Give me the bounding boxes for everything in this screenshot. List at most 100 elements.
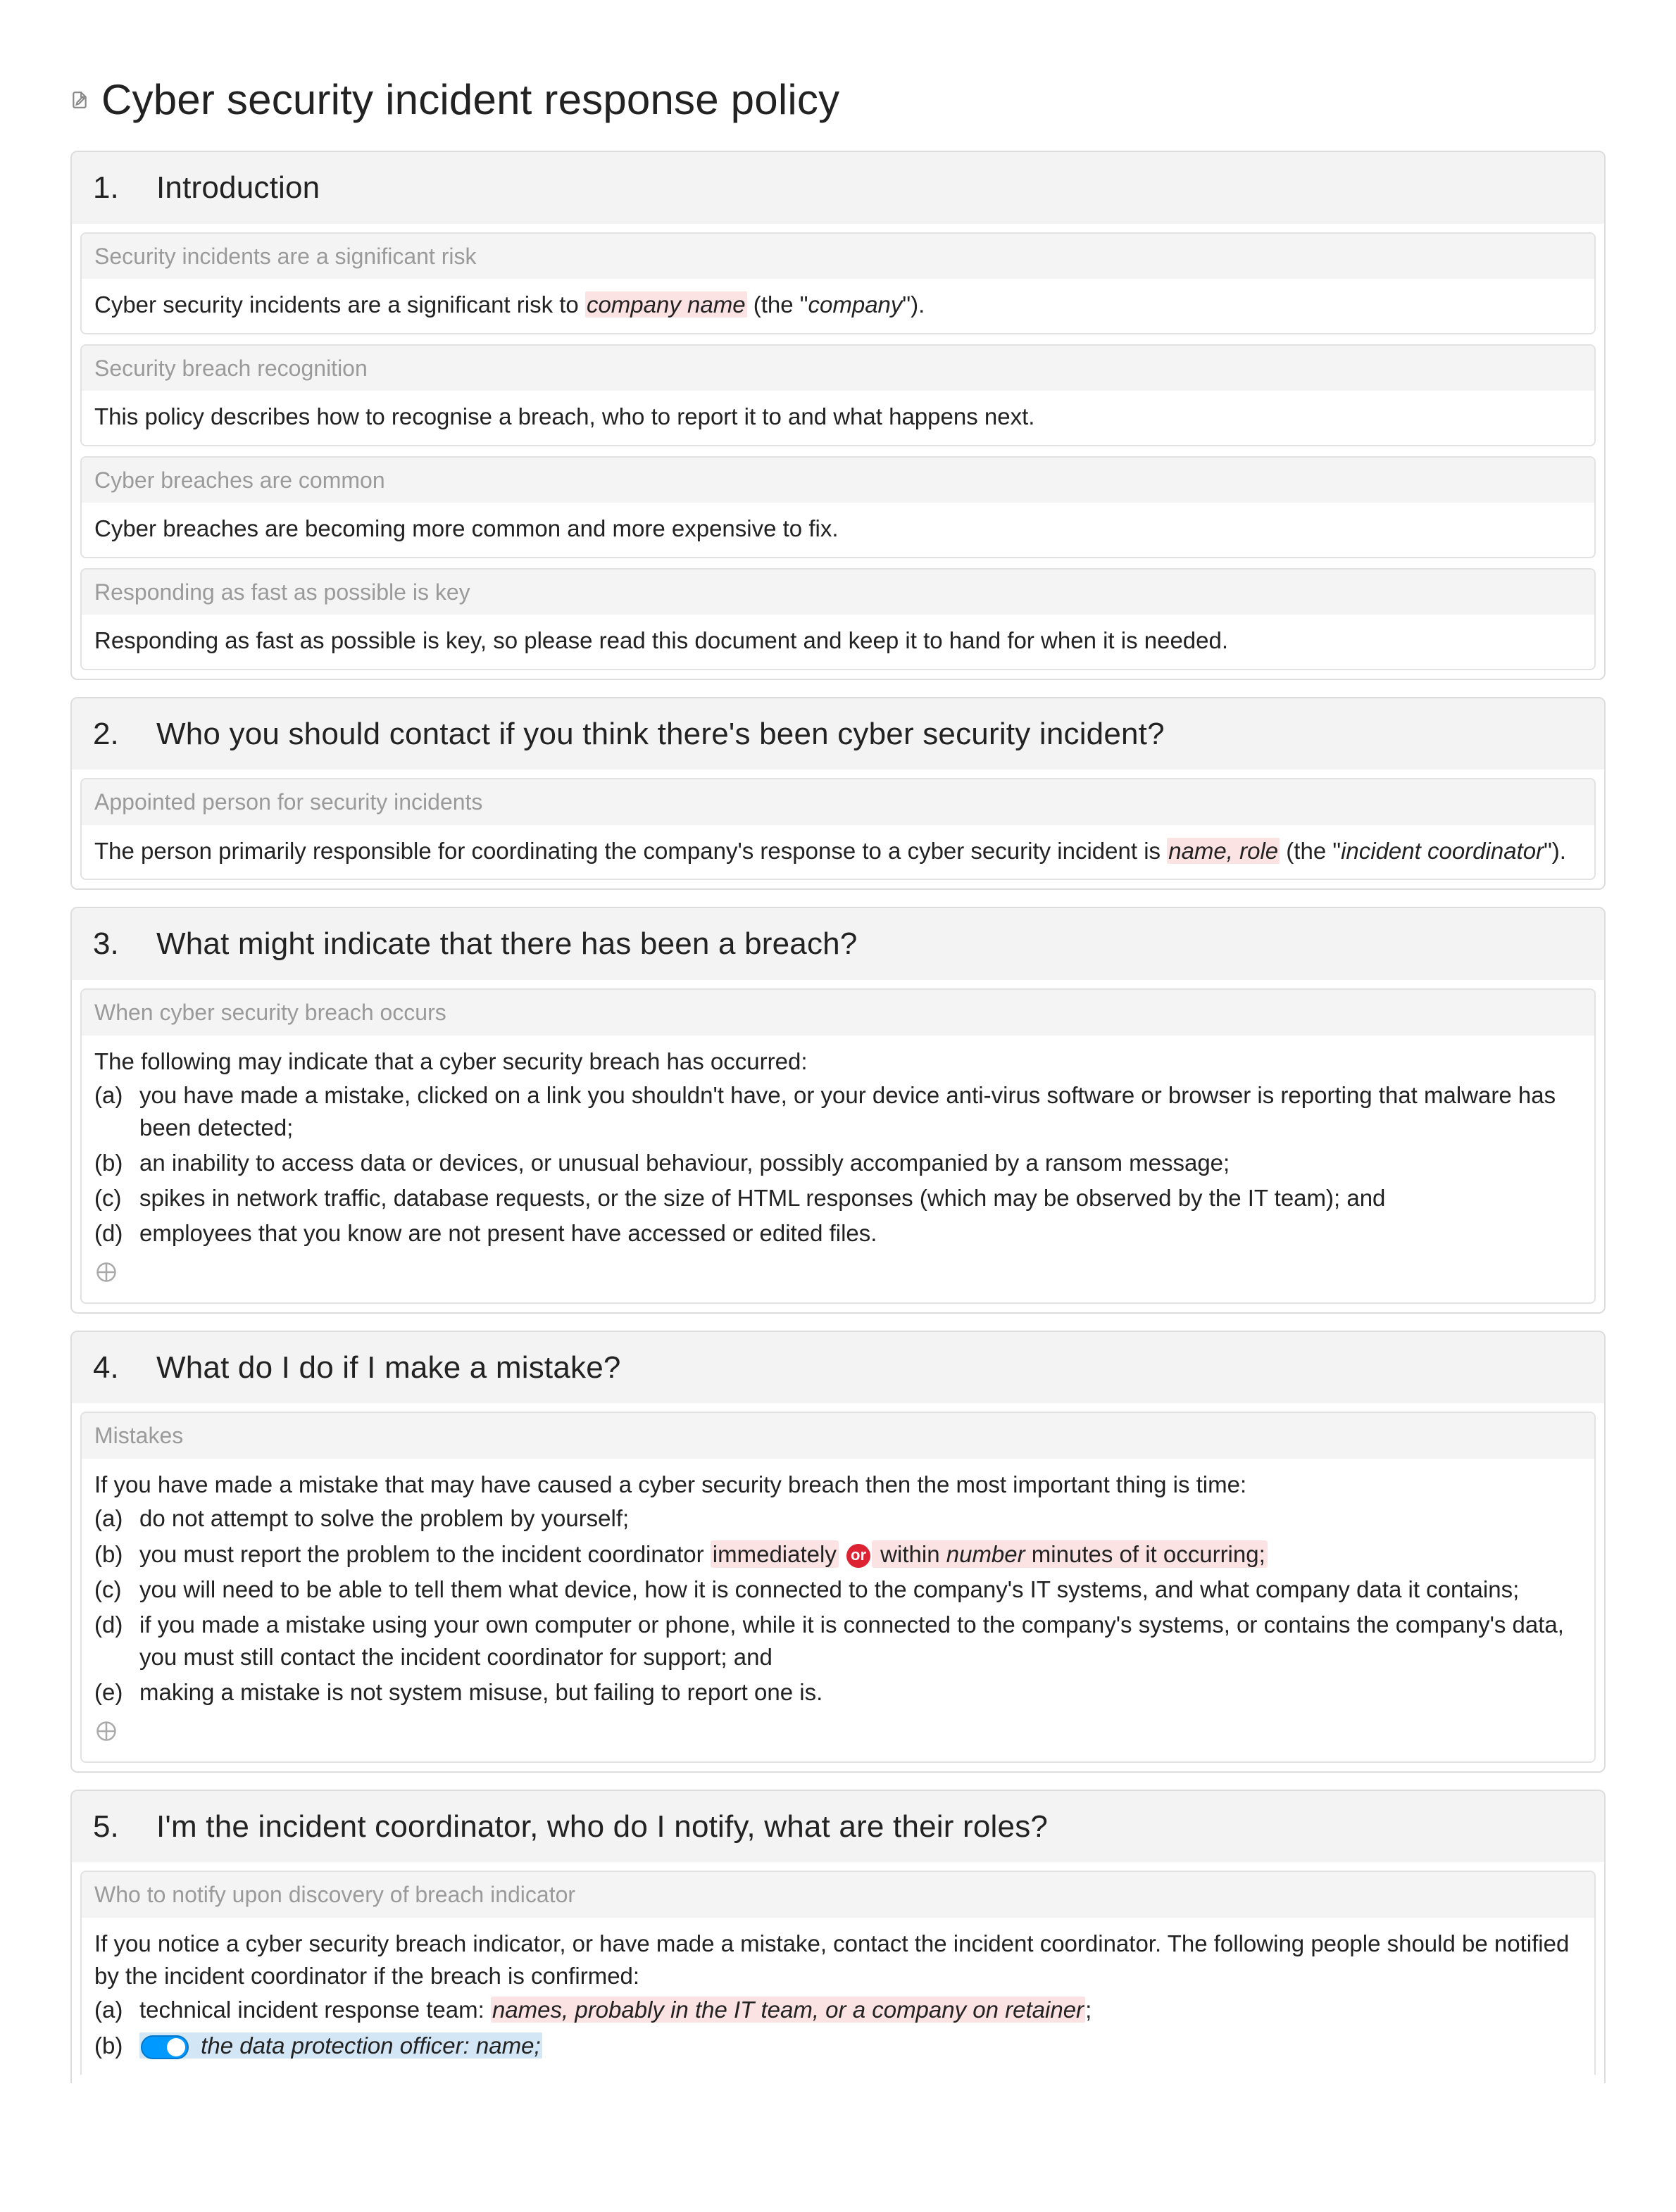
clause-text: "). <box>902 291 925 318</box>
list-item: (d) employees that you know are not prese… <box>94 1216 1582 1251</box>
section-title: I'm the incident coordinator, who do I n… <box>156 1805 1048 1849</box>
section-1: 1. Introduction Security incidents are a… <box>70 151 1606 680</box>
clause[interactable]: Who to notify upon discovery of breach i… <box>80 1871 1596 2075</box>
or-pill[interactable]: or <box>846 1544 870 1568</box>
add-item-icon[interactable] <box>96 1721 117 1742</box>
list-marker: (c) <box>94 1573 128 1606</box>
list-marker: (b) <box>94 2030 128 2062</box>
clause-body: The person primarily responsible for coo… <box>82 825 1594 879</box>
section-title: What might indicate that there has been … <box>156 922 858 966</box>
list-text-part: the data protection officer: <box>194 2032 476 2059</box>
section-body: Appointed person for security incidents … <box>72 769 1604 888</box>
list-text: technical incident response team: names,… <box>139 1994 1582 2026</box>
list-text: the data protection officer: name; <box>139 2030 1582 2062</box>
edit-doc-icon <box>70 91 89 109</box>
clause-body: The following may indicate that a cyber … <box>82 1036 1594 1302</box>
list-text: you will need to be able to tell them wh… <box>139 1573 1582 1606</box>
clause-body: Cyber breaches are becoming more common … <box>82 503 1594 556</box>
clause-header: Appointed person for security incidents <box>82 779 1594 825</box>
clause-lead: If you notice a cyber security breach in… <box>94 1928 1582 1992</box>
list-marker: (a) <box>94 1502 128 1535</box>
clause-header: When cyber security breach occurs <box>82 990 1594 1036</box>
list-marker: (b) <box>94 1147 128 1179</box>
clause-header: Security breach recognition <box>82 346 1594 391</box>
highlight[interactable]: within number minutes of it occurring; <box>872 1540 1268 1568</box>
list-item: (e)making a mistake is not system misuse… <box>94 1675 1582 1710</box>
clause-text: (the " <box>747 291 808 318</box>
list-marker: (a) <box>94 1994 128 2026</box>
list-text: employees that you know are not present … <box>139 1217 1582 1250</box>
clause-text: The person primarily responsible for coo… <box>94 838 1167 864</box>
clause[interactable]: Mistakes If you have made a mistake that… <box>80 1412 1596 1762</box>
section-num: 4. <box>93 1346 128 1390</box>
list-item: (a) technical incident response team: nam… <box>94 1992 1582 2028</box>
clause-text: "). <box>1544 838 1566 864</box>
list-text: do not attempt to solve the problem by y… <box>139 1502 1582 1535</box>
list-text: if you made a mistake using your own com… <box>139 1609 1582 1673</box>
clause[interactable]: Responding as fast as possible is key Re… <box>80 568 1596 670</box>
clause[interactable]: Security breach recognition This policy … <box>80 344 1596 446</box>
clause-header: Mistakes <box>82 1413 1594 1459</box>
toggle-on[interactable] <box>141 2035 189 2059</box>
section-body: Mistakes If you have made a mistake that… <box>72 1403 1604 1771</box>
clause-text: (the " <box>1280 838 1341 864</box>
list-text: you must report the problem to the incid… <box>139 1538 1582 1571</box>
clause-lead: The following may indicate that a cyber … <box>94 1045 1582 1078</box>
list-item: (d)if you made a mistake using your own … <box>94 1607 1582 1675</box>
list-marker: (d) <box>94 1217 128 1250</box>
list-item: (b) the data protection officer: name; <box>94 2028 1582 2063</box>
doc-title: Cyber security incident response policy <box>101 70 839 130</box>
section-header[interactable]: 4. What do I do if I make a mistake? <box>72 1332 1604 1404</box>
section-3: 3. What might indicate that there has be… <box>70 907 1606 1314</box>
defined-term: incident coordinator <box>1341 838 1544 864</box>
section-title: Introduction <box>156 166 320 210</box>
list-text-part: minutes of it occurring; <box>1025 1541 1265 1567</box>
section-header[interactable]: 2. Who you should contact if you think t… <box>72 698 1604 770</box>
section-num: 2. <box>93 712 128 756</box>
clause[interactable]: Security incidents are a significant ris… <box>80 232 1596 334</box>
toggle-wrap: the data protection officer: name; <box>139 2032 542 2059</box>
clause[interactable]: Cyber breaches are common Cyber breaches… <box>80 456 1596 558</box>
clause-header: Responding as fast as possible is key <box>82 570 1594 615</box>
list-item: (a) do not attempt to solve the problem b… <box>94 1501 1582 1536</box>
list-text-part: technical incident response team: <box>139 1997 491 2023</box>
add-item-icon[interactable] <box>96 1262 117 1283</box>
list-marker: (e) <box>94 1676 128 1709</box>
list-text-part: you must report the problem to the incid… <box>139 1541 711 1567</box>
section-4: 4. What do I do if I make a mistake? Mis… <box>70 1331 1606 1773</box>
list-item: (a)you have made a mistake, clicked on a… <box>94 1078 1582 1145</box>
list-marker: (c) <box>94 1182 128 1214</box>
toggle-knob <box>167 2038 185 2056</box>
clause-body: If you notice a cyber security breach in… <box>82 1918 1594 2075</box>
list-text: an inability to access data or devices, … <box>139 1147 1582 1179</box>
list-item: (b)you must report the problem to the in… <box>94 1537 1582 1572</box>
clause-body: This policy describes how to recognise a… <box>82 391 1594 444</box>
clause[interactable]: When cyber security breach occurs The fo… <box>80 988 1596 1304</box>
list-text-part: within <box>874 1541 946 1567</box>
section-num: 3. <box>93 922 128 966</box>
section-body: Security incidents are a significant ris… <box>72 224 1604 679</box>
section-body: Who to notify upon discovery of breach i… <box>72 1862 1604 2083</box>
list-text-part: ; <box>534 2032 540 2059</box>
variable[interactable]: name, role <box>1167 838 1280 864</box>
clause-body: Cyber security incidents are a significa… <box>82 279 1594 332</box>
variable[interactable]: name <box>476 2032 534 2059</box>
highlight[interactable]: immediately <box>711 1540 839 1568</box>
variable[interactable]: company name <box>585 291 747 318</box>
section-header[interactable]: 5. I'm the incident coordinator, who do … <box>72 1791 1604 1863</box>
clause-header: Security incidents are a significant ris… <box>82 234 1594 279</box>
section-header[interactable]: 3. What might indicate that there has be… <box>72 908 1604 980</box>
clause-text: Cyber security incidents are a significa… <box>94 291 585 318</box>
section-title: Who you should contact if you think ther… <box>156 712 1165 756</box>
list-marker: (a) <box>94 1079 128 1144</box>
list-item: (b) an inability to access data or device… <box>94 1145 1582 1181</box>
clause-header: Who to notify upon discovery of breach i… <box>82 1872 1594 1918</box>
variable[interactable]: names, probably in the IT team, or a com… <box>491 1997 1085 2023</box>
clause[interactable]: Appointed person for security incidents … <box>80 778 1596 880</box>
section-num: 1. <box>93 166 128 210</box>
section-header[interactable]: 1. Introduction <box>72 152 1604 224</box>
section-title: What do I do if I make a mistake? <box>156 1346 621 1390</box>
variable[interactable]: number <box>946 1541 1025 1567</box>
doc-title-row: Cyber security incident response policy <box>70 70 1606 130</box>
clause-body: Responding as fast as possible is key, s… <box>82 615 1594 668</box>
